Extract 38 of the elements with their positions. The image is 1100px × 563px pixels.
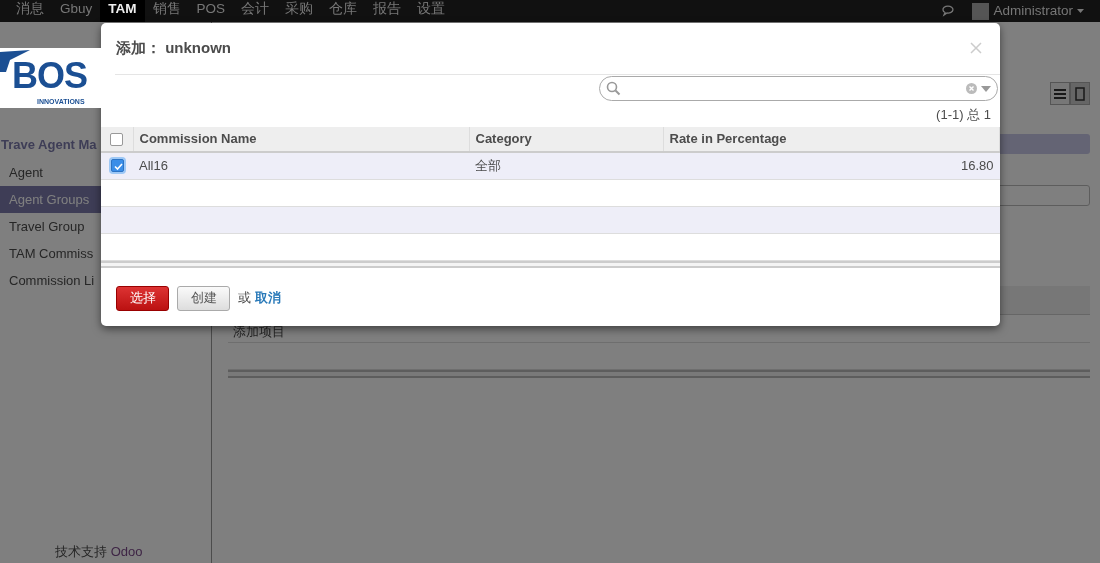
- menu-item[interactable]: 消息: [8, 0, 52, 22]
- form-icon: [1075, 86, 1085, 101]
- menu-item[interactable]: Gbuy: [52, 0, 101, 22]
- pager-text: (1-1) 总 1: [935, 106, 992, 124]
- dialog-title: 添加： unknown: [116, 38, 231, 59]
- table-cell: All16: [139, 158, 168, 173]
- menu-item[interactable]: 采购: [277, 0, 322, 22]
- cancel-link[interactable]: 取消: [255, 288, 281, 308]
- table-cell: 全部: [475, 158, 501, 173]
- select-all-checkbox[interactable]: [110, 132, 124, 146]
- caret-icon: [1077, 9, 1084, 13]
- avatar: [972, 2, 990, 20]
- menu-item[interactable]: 报告: [365, 0, 410, 22]
- footer-text: 技术支持: [55, 543, 107, 559]
- search-icon: [606, 81, 621, 96]
- form-view-button[interactable]: [1070, 82, 1090, 105]
- section-title: Trave Agent Ma: [1, 136, 97, 154]
- logo-text: BOS: [12, 58, 87, 94]
- menu-item[interactable]: POS: [188, 0, 234, 22]
- menu-item[interactable]: 仓库: [321, 0, 366, 22]
- chat-icon[interactable]: [942, 5, 957, 17]
- user-menu[interactable]: Administrator: [993, 0, 1073, 22]
- clear-icon[interactable]: [966, 83, 977, 94]
- or-text: 或: [238, 289, 251, 308]
- menu-item[interactable]: 设置: [409, 0, 454, 22]
- list-icon: [1054, 88, 1066, 99]
- menu-item[interactable]: 会计: [233, 0, 278, 22]
- column-header[interactable]: Category: [475, 131, 532, 147]
- select-button[interactable]: 选择: [116, 285, 169, 311]
- caret-icon[interactable]: [981, 85, 991, 92]
- close-icon[interactable]: [970, 42, 982, 54]
- row-checkbox[interactable]: [110, 159, 124, 173]
- menu-item[interactable]: 销售: [144, 0, 189, 22]
- create-button[interactable]: 创建: [177, 285, 230, 311]
- list-view-button[interactable]: [1050, 82, 1070, 105]
- menu-item[interactable]: TAM: [100, 0, 145, 22]
- footer-link[interactable]: Odoo: [110, 543, 143, 559]
- table-cell: 16.80: [960, 158, 994, 173]
